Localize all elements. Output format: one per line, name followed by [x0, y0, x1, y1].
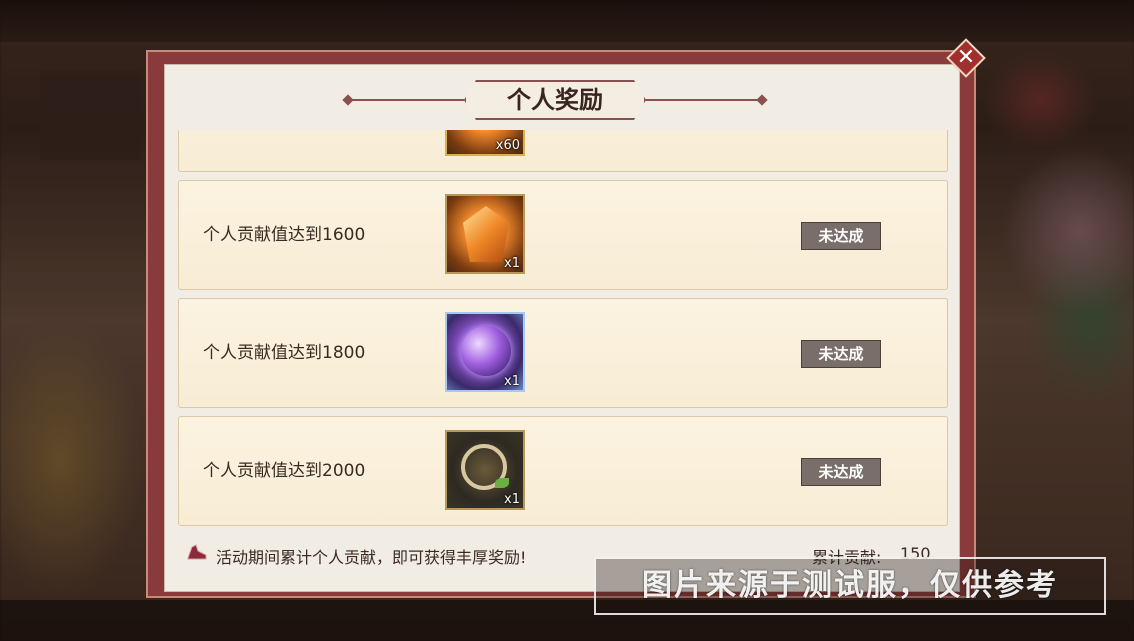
dialog-title: 个人奖励 — [507, 85, 603, 114]
ring-leaf — [495, 478, 509, 488]
reward-requirement: 个人贡献值达到1600 — [203, 225, 366, 245]
close-icon: ✕ — [956, 45, 976, 70]
purple-orb-icon[interactable]: x1 — [445, 312, 525, 392]
status-not-achieved-button[interactable]: 未达成 — [801, 458, 881, 486]
jade-ring-icon[interactable]: x1 — [445, 430, 525, 510]
item-quantity: x1 — [504, 492, 520, 507]
close-button[interactable]: ✕ — [946, 38, 986, 78]
title-ornament-right — [644, 99, 762, 101]
gold-token-icon[interactable]: x60 — [445, 130, 525, 156]
reward-list[interactable]: x60 个人贡献值达到1600 x1 未达成 个人贡献值达到1800 x1 未达… — [178, 130, 948, 528]
reward-requirement: 个人贡献值达到1800 — [203, 343, 366, 363]
reward-row: 个人贡献值达到2000 x1 未达成 — [178, 416, 948, 526]
orb-shape — [461, 326, 511, 376]
footer-description: 活动期间累计个人贡献，即可获得丰厚奖励! — [216, 548, 527, 567]
item-quantity: x1 — [504, 256, 520, 271]
reward-requirement: 个人贡献值达到2000 — [203, 461, 366, 481]
orange-crystal-icon[interactable]: x1 — [445, 194, 525, 274]
status-not-achieved-button[interactable]: 未达成 — [801, 340, 881, 368]
watermark-text: 图片来源于测试服，仅供参考 — [642, 568, 1058, 603]
status-not-achieved-button[interactable]: 未达成 — [801, 222, 881, 250]
crystal-shape — [463, 206, 509, 262]
item-quantity: x1 — [504, 374, 520, 389]
title-ornament-left — [348, 99, 466, 101]
reward-row: 个人贡献值达到1600 x1 未达成 — [178, 180, 948, 290]
reward-row: x60 — [178, 130, 948, 172]
shoe-icon — [187, 544, 207, 560]
reward-row: 个人贡献值达到1800 x1 未达成 — [178, 298, 948, 408]
item-quantity: x60 — [495, 138, 520, 153]
